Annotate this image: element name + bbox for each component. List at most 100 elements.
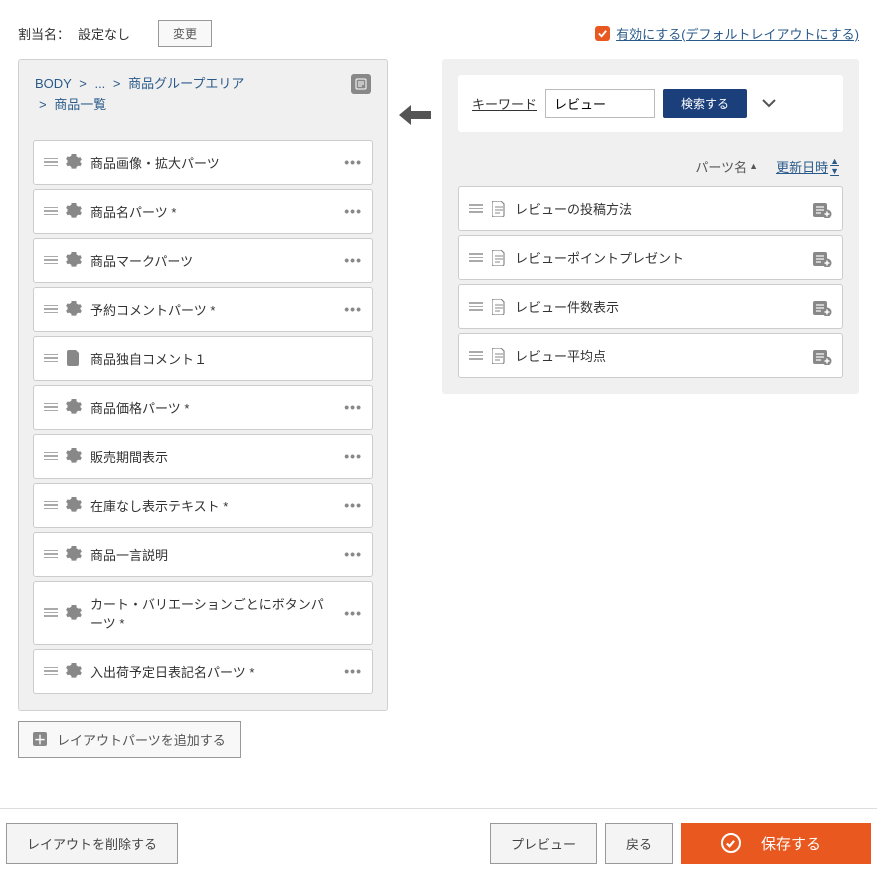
more-icon[interactable]: •••: [344, 252, 362, 268]
drag-handle-icon[interactable]: [469, 351, 483, 360]
breadcrumb-group[interactable]: 商品グループエリア: [128, 76, 244, 91]
result-label: レビューポイントプレゼント: [515, 248, 804, 267]
drag-handle-icon[interactable]: [44, 501, 58, 510]
part-item[interactable]: 商品独自コメント１: [33, 336, 373, 381]
add-to-layout-icon[interactable]: [812, 347, 832, 365]
result-label: レビュー件数表示: [515, 297, 804, 316]
sort-name[interactable]: パーツ名 ▲: [695, 157, 758, 176]
gear-icon: [66, 605, 82, 621]
footer-bar: レイアウトを削除する プレビュー 戻る 保存する: [0, 808, 877, 874]
gear-icon: [66, 546, 82, 562]
breadcrumb-root[interactable]: BODY: [35, 76, 72, 91]
more-icon[interactable]: •••: [344, 605, 362, 621]
drag-handle-icon[interactable]: [469, 253, 483, 262]
more-icon[interactable]: •••: [344, 399, 362, 415]
drag-handle-icon[interactable]: [44, 608, 58, 617]
result-item[interactable]: レビュー件数表示: [458, 284, 843, 329]
part-label: 入出荷予定日表記名パーツ *: [90, 662, 336, 681]
part-item[interactable]: 入出荷予定日表記名パーツ * •••: [33, 649, 373, 694]
result-label: レビューの投稿方法: [515, 199, 804, 218]
part-label: 商品価格パーツ *: [90, 398, 336, 417]
add-to-layout-icon[interactable]: [812, 200, 832, 218]
chevron-down-icon[interactable]: [761, 96, 777, 111]
part-item[interactable]: 予約コメントパーツ * •••: [33, 287, 373, 332]
part-item[interactable]: 商品画像・拡大パーツ•••: [33, 140, 373, 185]
sort-date[interactable]: 更新日時 ▲▼: [776, 156, 839, 176]
gear-icon: [66, 497, 82, 513]
sort-row: パーツ名 ▲ 更新日時 ▲▼: [442, 148, 859, 186]
more-icon[interactable]: •••: [344, 448, 362, 464]
main-area: BODY > ... > 商品グループエリア > 商品一覧 商品画像・拡大パーツ…: [0, 59, 877, 711]
part-label: 在庫なし表示テキスト *: [90, 496, 336, 515]
checkbox-checked-icon[interactable]: [595, 26, 610, 41]
file-icon: [491, 298, 507, 316]
part-item[interactable]: 商品名パーツ * •••: [33, 189, 373, 234]
more-icon[interactable]: •••: [344, 301, 362, 317]
plus-icon: ＋: [33, 732, 47, 746]
drag-handle-icon[interactable]: [44, 403, 58, 412]
part-item[interactable]: 商品価格パーツ * •••: [33, 385, 373, 430]
drag-handle-icon[interactable]: [44, 667, 58, 676]
part-item[interactable]: カート・バリエーションごとにボタンパーツ * •••: [33, 581, 373, 645]
more-icon[interactable]: •••: [344, 663, 362, 679]
enable-control[interactable]: 有効にする(デフォルトレイアウトにする): [595, 24, 859, 43]
enable-link[interactable]: 有効にする(デフォルトレイアウトにする): [616, 24, 859, 43]
add-to-layout-icon[interactable]: [812, 249, 832, 267]
add-button-wrap: ＋ レイアウトパーツを追加する: [0, 711, 877, 778]
file-icon: [491, 200, 507, 218]
search-button[interactable]: 検索する: [663, 89, 747, 118]
file-icon: [491, 347, 507, 365]
back-button[interactable]: 戻る: [605, 823, 673, 864]
gear-icon: [66, 301, 82, 317]
result-item[interactable]: レビュー平均点: [458, 333, 843, 378]
caret-sort-icon: ▲▼: [830, 156, 839, 176]
breadcrumb-current[interactable]: 商品一覧: [54, 97, 106, 112]
gear-icon: [66, 252, 82, 268]
result-label: レビュー平均点: [515, 346, 804, 365]
gear-icon: [66, 448, 82, 464]
top-bar: 割当名： 設定なし 変更 有効にする(デフォルトレイアウトにする): [0, 0, 877, 59]
delete-layout-button[interactable]: レイアウトを削除する: [6, 823, 178, 864]
document-icon[interactable]: [351, 74, 371, 94]
result-item[interactable]: レビューの投稿方法: [458, 186, 843, 231]
part-label: 商品名パーツ *: [90, 202, 336, 221]
part-label: 商品独自コメント１: [90, 349, 362, 368]
keyword-label: キーワード: [472, 94, 537, 113]
more-icon[interactable]: •••: [344, 154, 362, 170]
more-icon[interactable]: •••: [344, 546, 362, 562]
drag-handle-icon[interactable]: [469, 204, 483, 213]
more-icon[interactable]: •••: [344, 203, 362, 219]
result-item[interactable]: レビューポイントプレゼント: [458, 235, 843, 280]
search-panel: キーワード 検索する パーツ名 ▲ 更新日時 ▲▼ レビューの投稿方法レビューポ…: [442, 59, 859, 394]
breadcrumb-sep: >: [113, 76, 121, 91]
drag-handle-icon[interactable]: [44, 207, 58, 216]
part-item[interactable]: 在庫なし表示テキスト * •••: [33, 483, 373, 528]
part-item[interactable]: 販売期間表示•••: [33, 434, 373, 479]
drag-handle-icon[interactable]: [469, 302, 483, 311]
add-layout-part-button[interactable]: ＋ レイアウトパーツを追加する: [18, 721, 241, 758]
save-button-label: 保存する: [761, 833, 821, 854]
part-label: 予約コメントパーツ *: [90, 300, 336, 319]
drag-handle-icon[interactable]: [44, 158, 58, 167]
keyword-input[interactable]: [545, 89, 655, 118]
more-icon[interactable]: •••: [344, 497, 362, 513]
preview-button[interactable]: プレビュー: [490, 823, 597, 864]
drag-handle-icon[interactable]: [44, 354, 58, 363]
add-to-layout-icon[interactable]: [812, 298, 832, 316]
drag-handle-icon[interactable]: [44, 452, 58, 461]
part-item[interactable]: 商品一言説明•••: [33, 532, 373, 577]
check-circle-icon: [721, 833, 741, 853]
drag-handle-icon[interactable]: [44, 305, 58, 314]
part-label: カート・バリエーションごとにボタンパーツ *: [90, 594, 336, 632]
drag-handle-icon[interactable]: [44, 256, 58, 265]
part-label: 商品マークパーツ: [90, 251, 336, 270]
search-row: キーワード 検索する: [458, 75, 843, 132]
part-item[interactable]: 商品マークパーツ •••: [33, 238, 373, 283]
sort-date-label: 更新日時: [776, 157, 828, 176]
drag-handle-icon[interactable]: [44, 550, 58, 559]
breadcrumb-ellipsis[interactable]: ...: [94, 76, 105, 91]
breadcrumb-text: BODY > ... > 商品グループエリア > 商品一覧: [35, 74, 343, 116]
save-button[interactable]: 保存する: [681, 823, 871, 864]
file-icon: [66, 349, 82, 367]
change-button[interactable]: 変更: [158, 20, 212, 47]
